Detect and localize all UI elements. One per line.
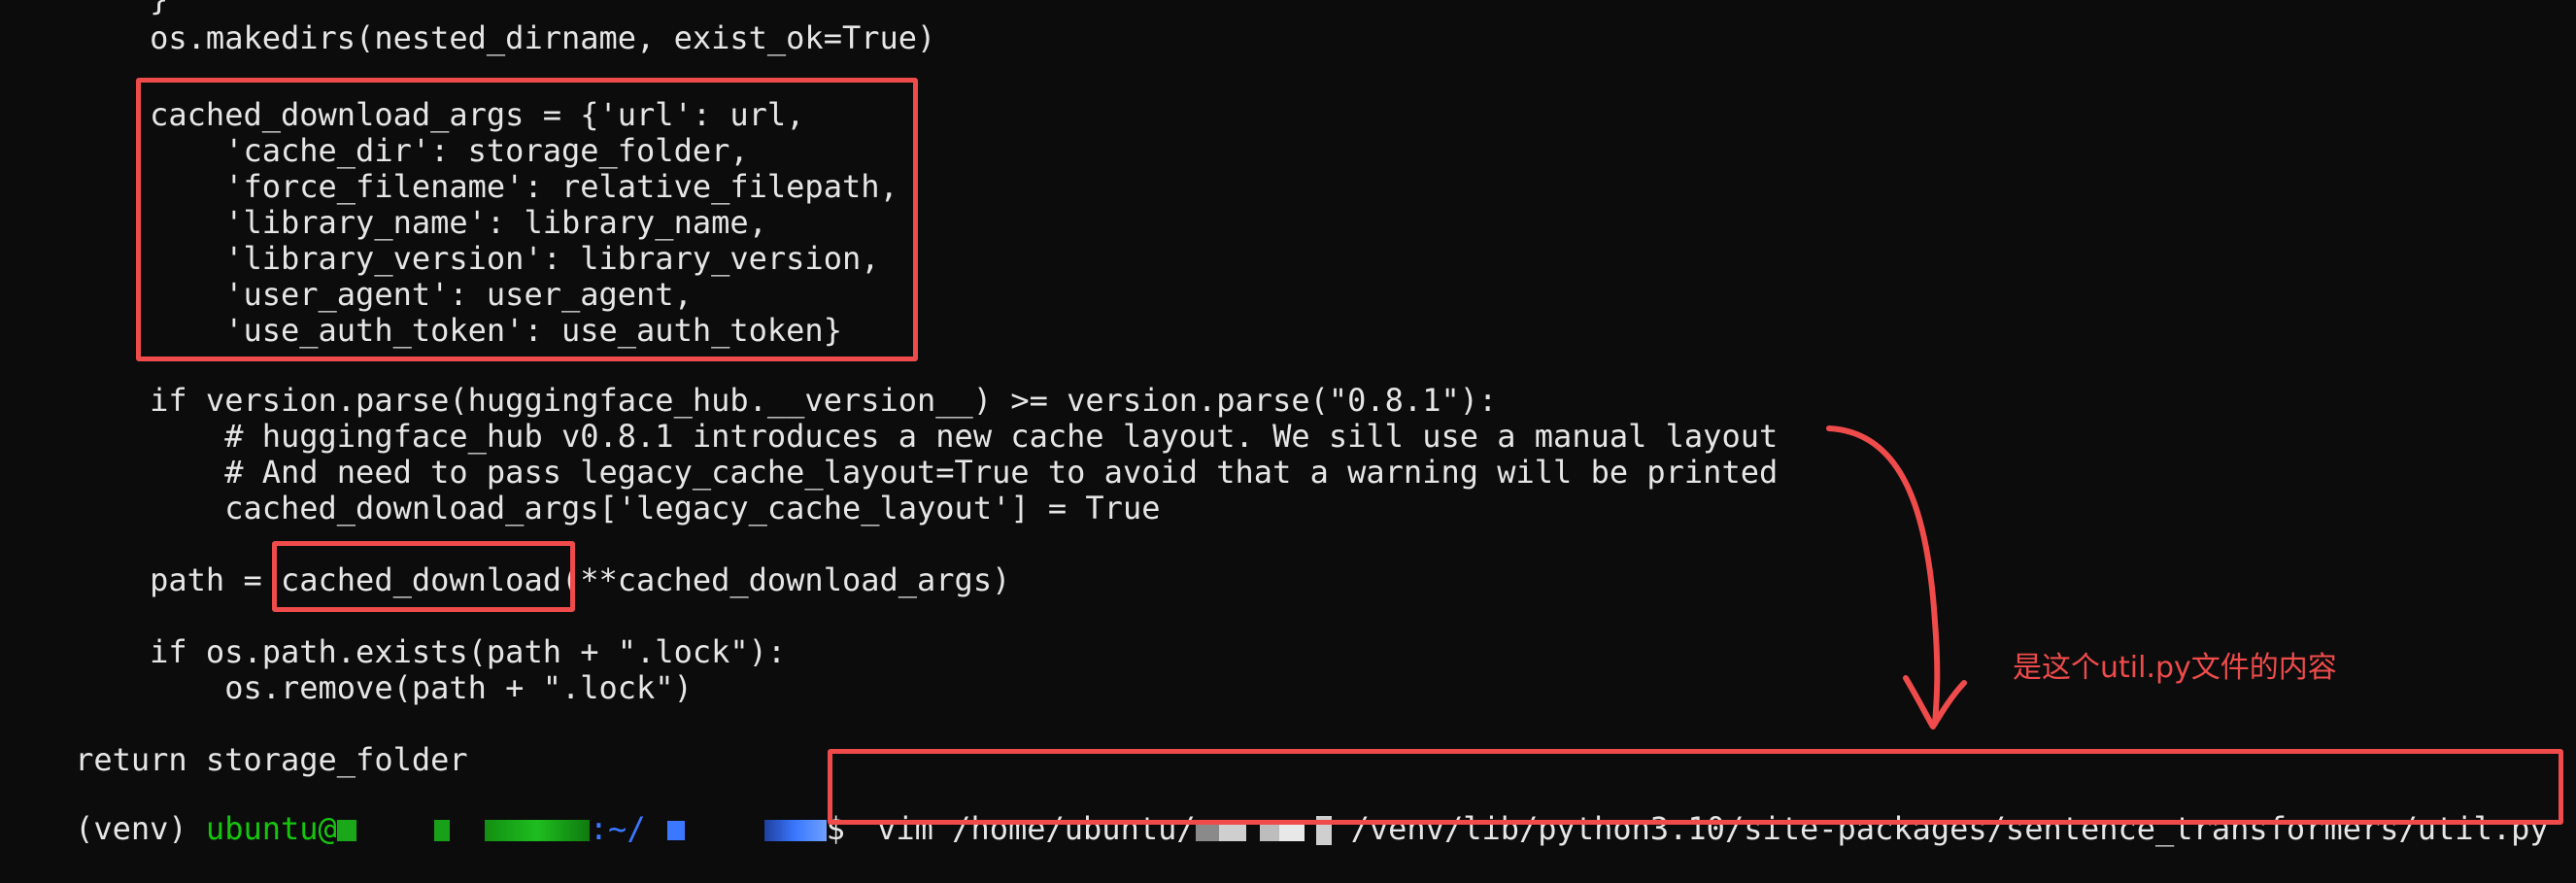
code-line: # And need to pass legacy_cache_layout=T…: [0, 454, 1779, 491]
code-line: if os.path.exists(path + ".lock"):: [0, 633, 787, 670]
highlight-box-cached-download-args: [136, 78, 918, 361]
code-line: }: [0, 0, 168, 17]
code-line: # huggingface_hub v0.8.1 introduces a ne…: [0, 418, 1779, 455]
code-line: os.makedirs(nested_dirname, exist_ok=Tru…: [0, 19, 936, 56]
redacted-host: [336, 820, 356, 841]
code-line: if version.parse(huggingface_hub.__versi…: [0, 382, 1498, 419]
code-line: cached_download_args['legacy_cache_layou…: [0, 490, 1161, 526]
highlight-box-vim-command: [828, 749, 2563, 825]
code-line: os.remove(path + ".lock"): [0, 669, 693, 706]
highlight-box-cached-download: [272, 541, 575, 612]
terminal-window[interactable]: } os.makedirs(nested_dirname, exist_ok=T…: [0, 0, 2576, 847]
annotation-note: 是这个util.py文件的内容: [2013, 651, 2337, 685]
code-line: return storage_folder: [0, 741, 468, 778]
redacted-path: [666, 821, 685, 840]
